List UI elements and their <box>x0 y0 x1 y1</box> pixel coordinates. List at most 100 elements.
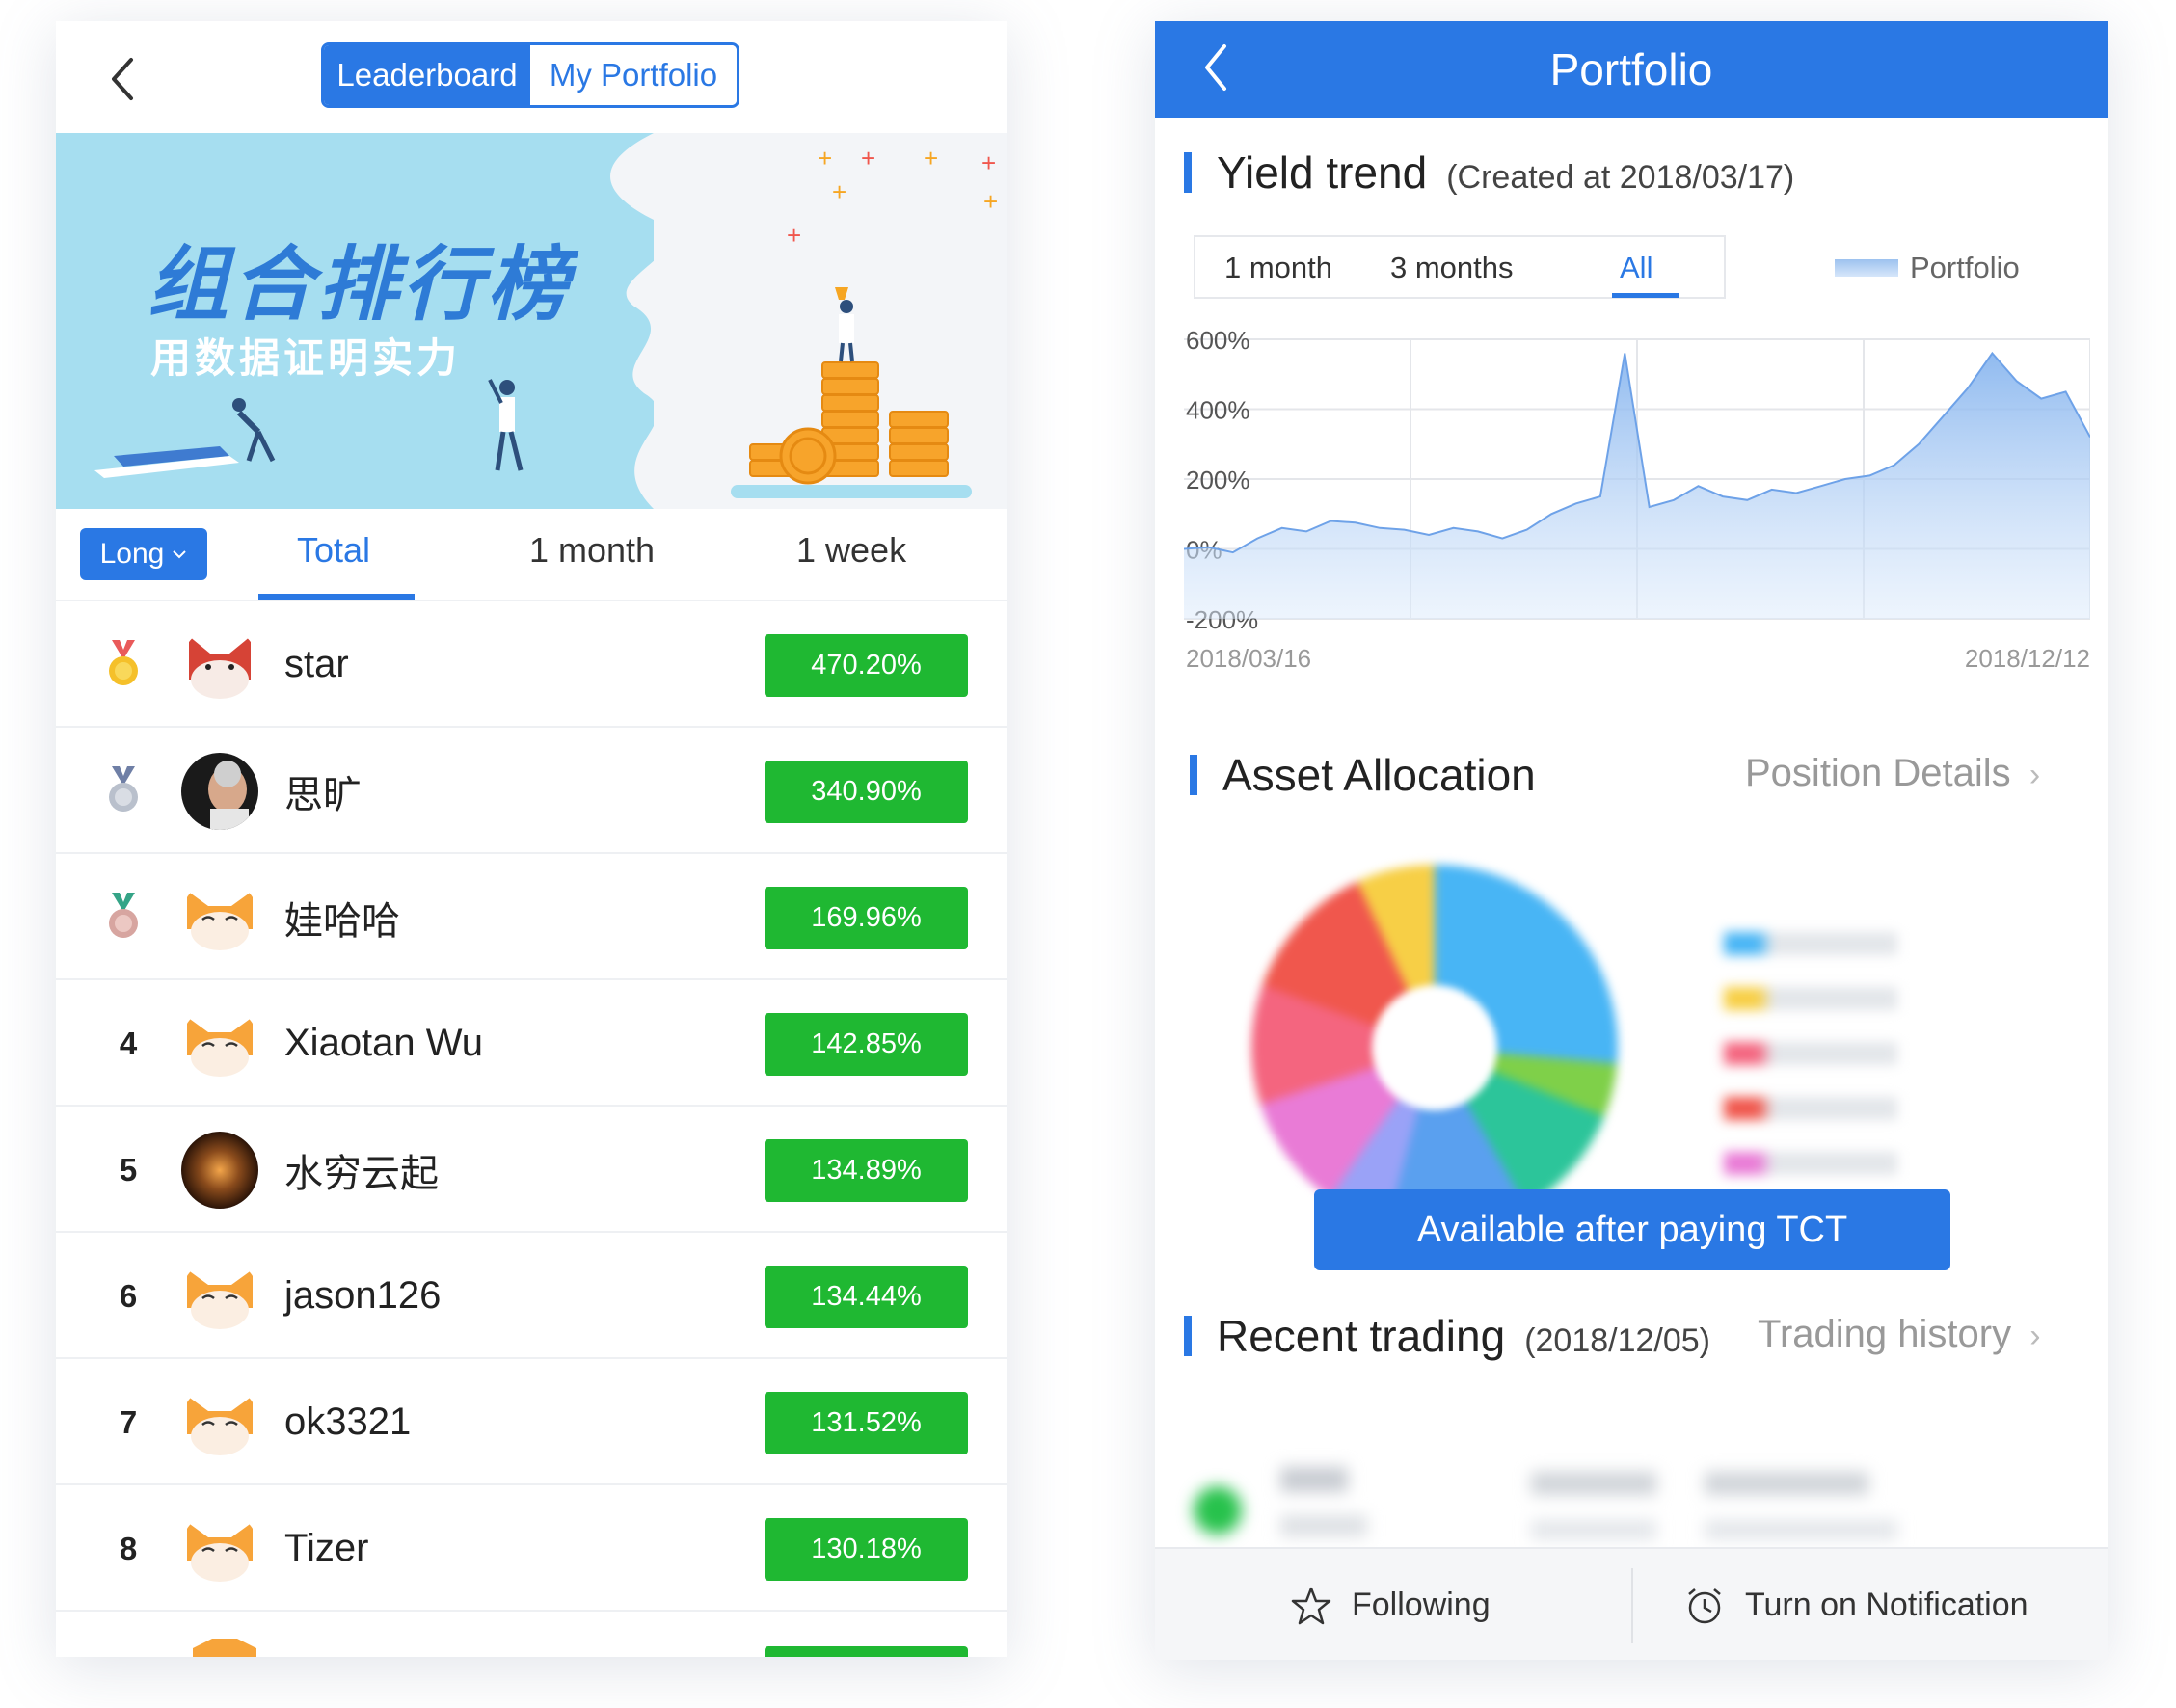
svg-text:+: + <box>861 144 875 173</box>
active-tab-underline <box>258 594 415 600</box>
tab-1-month[interactable]: 1 month <box>529 530 655 571</box>
username: 思旷 <box>284 773 362 816</box>
notification-button[interactable]: Turn on Notification <box>1683 1549 2028 1660</box>
divider <box>1631 1568 1633 1643</box>
tab-my-portfolio[interactable]: My Portfolio <box>530 45 737 105</box>
leaderboard-screen: Leaderboard My Portfolio 组合排行榜 用数据证明实力 +… <box>56 21 1007 1657</box>
leaderboard-banner: 组合排行榜 用数据证明实力 + + + + + + + <box>56 133 1007 509</box>
donut-center <box>1372 985 1497 1110</box>
chevron-down-icon <box>173 550 187 559</box>
blurred-legend-row <box>1724 1097 1897 1120</box>
username: jason126 <box>284 1274 442 1317</box>
person-pushing-icon <box>232 398 276 463</box>
tab-leaderboard[interactable]: Leaderboard <box>324 45 530 105</box>
username: ok3321 <box>284 1401 412 1443</box>
following-button[interactable]: Following <box>1290 1549 1491 1660</box>
table-row[interactable]: 6 jason126 134.44% <box>56 1233 1007 1359</box>
table-row[interactable]: 4 Xiaotan Wu 142.85% <box>56 980 1007 1107</box>
legend-swatch <box>1835 259 1898 277</box>
view-segmented-control: Leaderboard My Portfolio <box>321 42 739 108</box>
y-tick-label: 400% <box>1186 396 1250 425</box>
return-badge: 134.89% <box>765 1139 968 1202</box>
tab-3-months[interactable]: 3 months <box>1390 251 1514 285</box>
rank-number: 8 <box>119 1530 138 1566</box>
svg-text:+: + <box>983 187 998 216</box>
x-tick-label: 2018/03/16 <box>1186 644 1311 673</box>
banner-subtitle: 用数据证明实力 <box>150 335 462 381</box>
banner-wave-decoration <box>610 133 712 509</box>
notification-label: Turn on Notification <box>1745 1587 2028 1623</box>
fox-avatar <box>181 1384 258 1461</box>
back-arrow-icon[interactable] <box>1190 39 1248 96</box>
star-icon <box>1291 1587 1331 1624</box>
svg-text:+: + <box>832 177 846 206</box>
back-arrow-icon[interactable] <box>94 50 152 108</box>
silver-medal-icon <box>109 766 138 812</box>
username: 娃哈哈 <box>284 899 400 943</box>
blurred-legend-row <box>1724 1042 1897 1065</box>
svg-text:+: + <box>924 144 938 173</box>
trading-history-link[interactable]: Trading history › <box>1758 1313 2041 1356</box>
tab-all[interactable]: All <box>1620 251 1652 285</box>
coin-stack-illustration-icon: + + + + + + + <box>731 144 998 498</box>
rank-number: 6 <box>119 1277 138 1314</box>
position-details-label: Position Details <box>1745 752 2011 794</box>
legend-label: Portfolio <box>1910 251 2020 284</box>
pay-tct-button[interactable]: Available after paying TCT <box>1314 1189 1950 1270</box>
blurred-legend-row <box>1724 932 1897 955</box>
tab-1-month[interactable]: 1 month <box>1224 251 1332 285</box>
yield-trend-chart: 600%400%200%0%-200%2018/03/162018/12/12 <box>1184 326 2090 673</box>
table-row[interactable]: 思旷 340.90% <box>56 728 1007 854</box>
avatar <box>181 1132 258 1209</box>
position-details-link[interactable]: Position Details › <box>1745 752 2040 795</box>
section-title: Recent trading <box>1217 1311 1506 1361</box>
y-tick-label: 200% <box>1186 466 1250 494</box>
active-tab-underline <box>1612 293 1679 298</box>
table-row-partial <box>56 1612 1007 1657</box>
fox-avatar <box>193 1639 256 1657</box>
following-label: Following <box>1352 1587 1491 1623</box>
username: Tizer <box>284 1527 369 1569</box>
section-marker <box>1190 755 1197 795</box>
tab-1-week[interactable]: 1 week <box>796 530 906 571</box>
tab-total[interactable]: Total <box>297 530 370 571</box>
bronze-medal-icon <box>109 893 138 938</box>
chevron-right-icon: › <box>2029 1318 2041 1354</box>
username: star <box>284 643 349 685</box>
table-row[interactable]: 娃哈哈 169.96% <box>56 854 1007 980</box>
created-date: (Created at 2018/03/17) <box>1446 159 1795 196</box>
asset-allocation-chart <box>1155 821 2108 1231</box>
y-tick-label: 600% <box>1186 326 1250 355</box>
section-title: Yield trend <box>1217 147 1428 198</box>
table-row[interactable]: 8 Tizer 130.18% <box>56 1485 1007 1612</box>
ranking-list: star 470.20% 思旷 340.90% 娃哈哈 169.96% 4 Xi… <box>56 601 1007 1612</box>
x-tick-label: 2018/12/12 <box>1965 644 2090 673</box>
username: Xiaotan Wu <box>284 1022 484 1064</box>
leaderboard-filter-bar: Long Total 1 month 1 week <box>56 509 1007 601</box>
return-badge: 130.18% <box>765 1518 968 1581</box>
long-dropdown-label: Long <box>99 538 165 570</box>
fox-avatar <box>181 1005 258 1082</box>
table-row[interactable]: star 470.20% <box>56 601 1007 728</box>
return-badge: 142.85% <box>765 1013 968 1076</box>
svg-text:+: + <box>818 144 832 173</box>
section-marker <box>1184 1316 1192 1356</box>
yield-trend-header: Yield trend (Created at 2018/03/17) <box>1184 147 1794 199</box>
bottom-action-bar: Following Turn on Notification <box>1155 1547 2108 1660</box>
range-tab-bar: 1 month 3 months All <box>1194 235 1726 299</box>
screenshot-canvas: Leaderboard My Portfolio 组合排行榜 用数据证明实力 +… <box>0 0 2176 1708</box>
table-row[interactable]: 5 水穷云起 134.89% <box>56 1107 1007 1233</box>
return-badge: 169.96% <box>765 887 968 949</box>
banner-title: 组合排行榜 <box>148 239 573 330</box>
chart-legend: Portfolio <box>1835 251 2020 285</box>
recent-trading-header: Recent trading (2018/12/05) <box>1184 1310 1710 1362</box>
section-title: Asset Allocation <box>1222 750 1536 800</box>
portfolio-topbar: Portfolio <box>1155 21 2108 118</box>
leaderboard-topbar: Leaderboard My Portfolio <box>56 21 1007 133</box>
long-dropdown[interactable]: Long <box>80 528 207 580</box>
chevron-right-icon: › <box>2028 757 2041 793</box>
return-badge <box>765 1646 968 1657</box>
table-row[interactable]: 7 ok3321 131.52% <box>56 1359 1007 1485</box>
fox-avatar <box>181 1510 258 1588</box>
rank-number: 5 <box>119 1151 138 1188</box>
